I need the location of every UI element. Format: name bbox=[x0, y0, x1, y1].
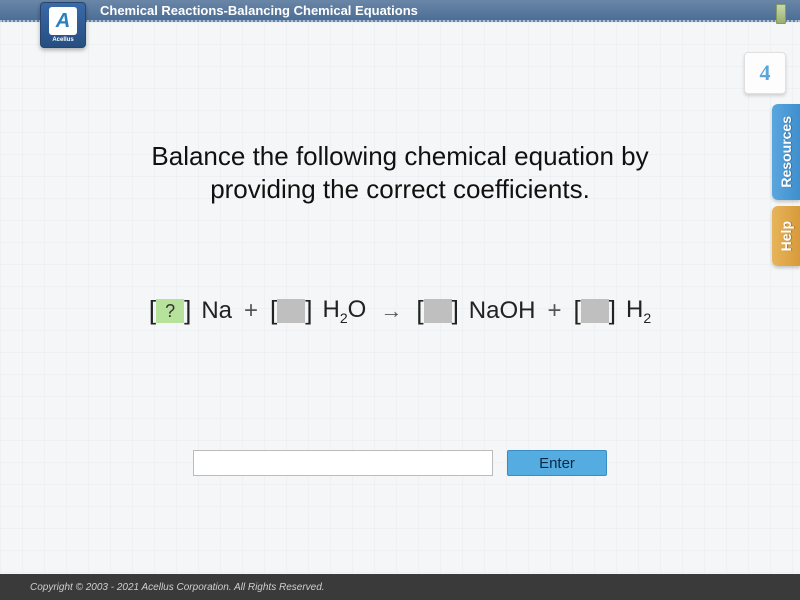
coef-input-2[interactable] bbox=[277, 299, 305, 323]
help-tab-label: Help bbox=[778, 221, 794, 251]
bracket-open-icon: [ bbox=[149, 295, 156, 326]
answer-row: Enter bbox=[193, 450, 607, 476]
bracket-close-icon: ] bbox=[305, 295, 312, 326]
coef-slot-1[interactable]: [ ? ] bbox=[149, 295, 191, 326]
logo-brand: Acellus bbox=[52, 37, 73, 43]
reaction-arrow-icon: → bbox=[380, 298, 402, 324]
bracket-close-icon: ] bbox=[609, 295, 616, 326]
resources-tab[interactable]: Resources bbox=[772, 104, 800, 200]
coef-slot-2[interactable]: [ ] bbox=[270, 295, 312, 326]
header-bar: Chemical Reactions-Balancing Chemical Eq… bbox=[0, 0, 800, 22]
bracket-open-icon: [ bbox=[270, 295, 277, 326]
bracket-open-icon: [ bbox=[416, 295, 423, 326]
coef-input-3[interactable] bbox=[424, 299, 452, 323]
term-3: NaOH bbox=[469, 297, 536, 325]
logo-letter-icon: A bbox=[49, 7, 77, 35]
coef-input-1[interactable]: ? bbox=[156, 299, 184, 323]
status-indicator-icon bbox=[776, 4, 786, 24]
plus-1: + bbox=[244, 297, 258, 325]
copyright-text: Copyright © 2003 - 2021 Acellus Corporat… bbox=[30, 582, 325, 593]
help-tab[interactable]: Help bbox=[772, 206, 800, 266]
bracket-open-icon: [ bbox=[574, 295, 581, 326]
bracket-close-icon: ] bbox=[452, 295, 459, 326]
plus-2: + bbox=[547, 297, 561, 325]
question-card: Balance the following chemical equation … bbox=[120, 140, 680, 326]
coef-input-4[interactable] bbox=[581, 299, 609, 323]
footer-bar: Copyright © 2003 - 2021 Acellus Corporat… bbox=[0, 574, 800, 600]
question-prompt: Balance the following chemical equation … bbox=[120, 140, 680, 205]
answer-input[interactable] bbox=[193, 450, 493, 476]
enter-button[interactable]: Enter bbox=[507, 450, 607, 476]
brand-logo: A Acellus bbox=[40, 2, 86, 48]
resources-tab-label: Resources bbox=[778, 116, 794, 188]
coef-slot-3[interactable]: [ ] bbox=[416, 295, 458, 326]
term-2: H2O bbox=[323, 296, 367, 326]
term-1: Na bbox=[201, 297, 232, 325]
term-4: H2 bbox=[626, 296, 651, 326]
lesson-title: Chemical Reactions-Balancing Chemical Eq… bbox=[100, 3, 418, 18]
step-badge: 4 bbox=[744, 52, 786, 94]
bracket-close-icon: ] bbox=[184, 295, 191, 326]
coef-slot-4[interactable]: [ ] bbox=[574, 295, 616, 326]
chemical-equation: [ ? ] Na + [ ] H2O → [ ] NaOH + [ ] H2 bbox=[120, 295, 680, 326]
step-number: 4 bbox=[760, 60, 771, 86]
